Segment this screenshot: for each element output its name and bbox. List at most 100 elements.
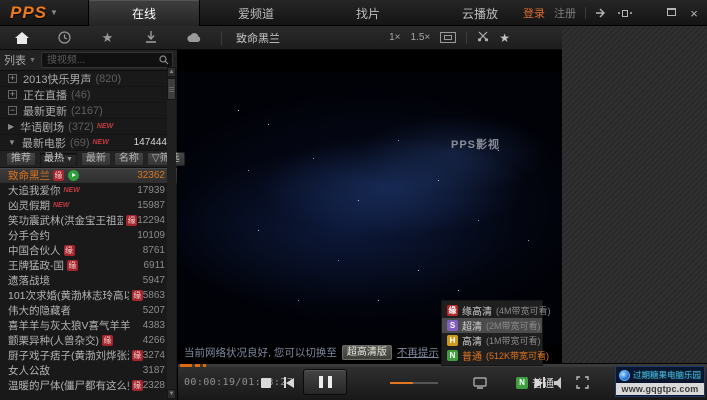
movie-row[interactable]: 王牌猛政-国缘6911 — [0, 258, 177, 273]
movie-row[interactable]: 温暖的尸体(僵尸都有这么帅)缘2328 — [0, 378, 177, 393]
movie-title: 女人公敌 — [8, 363, 50, 378]
sidebar-category[interactable]: ▶华语剧场(372)NEW — [0, 119, 177, 135]
close-button[interactable]: × — [687, 7, 701, 20]
scroll-up-button[interactable]: ▲ — [167, 67, 176, 77]
movie-row[interactable]: 中国合伙人缘8761 — [0, 243, 177, 258]
mini-mode-icon[interactable] — [618, 10, 632, 17]
movie-count: 4383 — [143, 320, 165, 331]
search-icon[interactable] — [159, 55, 169, 65]
quality-item[interactable]: 缘缘高清(4M带宽可看) — [442, 303, 542, 318]
volume-icon[interactable] — [552, 364, 568, 400]
progress-buffer-dash — [203, 364, 206, 367]
movie-title: 颤栗异种(人兽杂交) — [8, 333, 99, 348]
previous-button[interactable] — [279, 364, 299, 400]
quality-badge-icon: H — [447, 335, 458, 346]
category-count: (372) — [68, 121, 94, 133]
play-pause-button[interactable] — [303, 369, 347, 395]
stop-button[interactable] — [256, 364, 276, 400]
screen-size-button[interactable] — [470, 364, 490, 400]
expander-minus-icon[interactable]: − — [8, 106, 17, 115]
quality-button[interactable]: N 普通 — [516, 375, 554, 391]
movie-row[interactable]: 大追我爱你NEW17939 — [0, 183, 177, 198]
search-input[interactable] — [45, 54, 159, 67]
sidebar-category[interactable]: −最新更新(2167) — [0, 103, 177, 119]
sidebar-search-row: 列表 ▼ — [0, 50, 177, 71]
pps-logo[interactable]: PPS — [10, 3, 47, 23]
sidebar-scrollbar[interactable]: ▲ ▼ — [167, 67, 176, 399]
movie-row[interactable]: 遗落战境5947 — [0, 273, 177, 288]
movie-row[interactable]: 分手合约10109 — [0, 228, 177, 243]
movie-title: 中国合伙人 — [8, 243, 61, 258]
expander-plus-icon[interactable]: + — [8, 74, 17, 83]
filter-tab[interactable]: ▽筛选 — [147, 152, 185, 166]
sidebar-category[interactable]: +正在直播(46) — [0, 87, 177, 103]
dock-arrow-icon[interactable] — [595, 8, 609, 18]
sidebar-category[interactable]: ▼最新电影(69)NEW147444 — [0, 135, 177, 151]
movie-count: 8761 — [143, 245, 165, 256]
history-icon[interactable] — [43, 26, 86, 50]
quality-item[interactable]: H高清(1M带宽可看) — [442, 333, 542, 348]
movie-row[interactable]: 伟大的隐藏者5207 — [0, 303, 177, 318]
expander-collapsed-icon[interactable]: ▶ — [8, 122, 14, 131]
site-url: www.gqgtpc.com — [616, 383, 704, 395]
movie-row[interactable]: 致命黑兰缘32362 — [0, 168, 177, 183]
fullscreen-button[interactable] — [572, 364, 592, 400]
favorites-icon[interactable]: ★ — [86, 26, 129, 50]
zoom-15x-button[interactable]: 1.5× — [410, 32, 430, 43]
filter-tab[interactable]: 名称 — [114, 152, 144, 166]
titlebar: PPS ▼ 在线爱频道找片云播放 登录 注册 × — [0, 0, 707, 26]
filter-tab[interactable]: 最热 ▼ — [39, 152, 78, 167]
screenshot-scissors-icon[interactable] — [477, 30, 489, 45]
zoom-1x-button[interactable]: 1× — [389, 32, 400, 43]
logo-dropdown-icon[interactable]: ▼ — [50, 8, 58, 17]
aspect-ratio-icon[interactable] — [440, 32, 456, 43]
movie-count: 3187 — [143, 365, 165, 376]
favorite-star-icon[interactable]: ★ — [499, 31, 510, 45]
expander-expanded-icon[interactable]: ▼ — [8, 138, 16, 147]
titlebar-tab[interactable]: 找片 — [312, 0, 424, 26]
zoom-separator — [466, 32, 467, 44]
expander-plus-icon[interactable]: + — [8, 90, 17, 99]
movie-title: 笑功震武林(洪金宝王祖蓝吴君如... — [8, 213, 123, 228]
movie-row[interactable]: 笑功震武林(洪金宝王祖蓝吴君如...缘12294 — [0, 213, 177, 228]
sidebar-category[interactable]: +2013快乐男声(820) — [0, 71, 177, 87]
category-count: (69) — [70, 137, 90, 149]
scrollbar-thumb[interactable] — [167, 78, 176, 100]
filter-tab[interactable]: 推荐 — [6, 152, 36, 166]
movie-count: 5863 — [143, 290, 165, 301]
movie-row[interactable]: 喜羊羊与灰太狼V喜气羊羊过蛇年4383 — [0, 318, 177, 333]
movie-title: 大追我爱你 — [8, 183, 61, 198]
quality-desc: (4M带宽可看) — [496, 304, 551, 317]
register-link[interactable]: 注册 — [554, 5, 576, 21]
filter-tab[interactable]: 最新 — [81, 152, 111, 166]
movie-count: 12294 — [137, 215, 165, 226]
home-icon[interactable] — [0, 26, 43, 50]
download-icon[interactable] — [129, 26, 172, 50]
filter-tabs: 推荐最热 ▼最新名称▽筛选 — [0, 151, 177, 168]
quality-item[interactable]: N普通(512K带宽可看) — [442, 348, 542, 363]
quality-item[interactable]: S超清(2M带宽可看) — [442, 318, 542, 333]
movie-row[interactable]: 颤栗异种(人兽杂交)缘4266 — [0, 333, 177, 348]
titlebar-tab[interactable]: 爱频道 — [200, 0, 312, 26]
titlebar-tab[interactable]: 云播放 — [424, 0, 536, 26]
maximize-button[interactable] — [664, 7, 678, 19]
play-icon[interactable] — [68, 170, 79, 181]
quality-switch-button[interactable]: 超高清版 — [342, 345, 392, 360]
list-dropdown[interactable]: 列表 ▼ — [4, 52, 36, 68]
movie-row[interactable]: 凶灵假期NEW15987 — [0, 198, 177, 213]
movie-row[interactable]: 女人公敌 3187 — [0, 363, 177, 378]
time-display: 00:00:19/01:43:27 — [184, 377, 293, 388]
movie-row[interactable]: 101次求婚(黄渤林志玲高以翔)缘5863 — [0, 288, 177, 303]
login-link[interactable]: 登录 — [523, 5, 545, 21]
titlebar-tab[interactable]: 在线 — [88, 0, 200, 26]
yuan-badge: 缘 — [132, 350, 143, 361]
volume-slider[interactable] — [413, 382, 438, 384]
movie-count: 3274 — [143, 350, 165, 361]
dismiss-link[interactable]: 不再提示 — [397, 345, 439, 360]
cloud-icon[interactable] — [172, 26, 215, 50]
new-badge: NEW — [92, 139, 108, 146]
quality-desc: (1M带宽可看) — [486, 334, 541, 347]
movie-row[interactable]: 厨子戏子痞子(黄渤刘烨张涵予)缘3274 — [0, 348, 177, 363]
site-name: 过期糖果电脑乐园 — [633, 369, 701, 381]
scroll-down-button[interactable]: ▼ — [167, 389, 176, 399]
